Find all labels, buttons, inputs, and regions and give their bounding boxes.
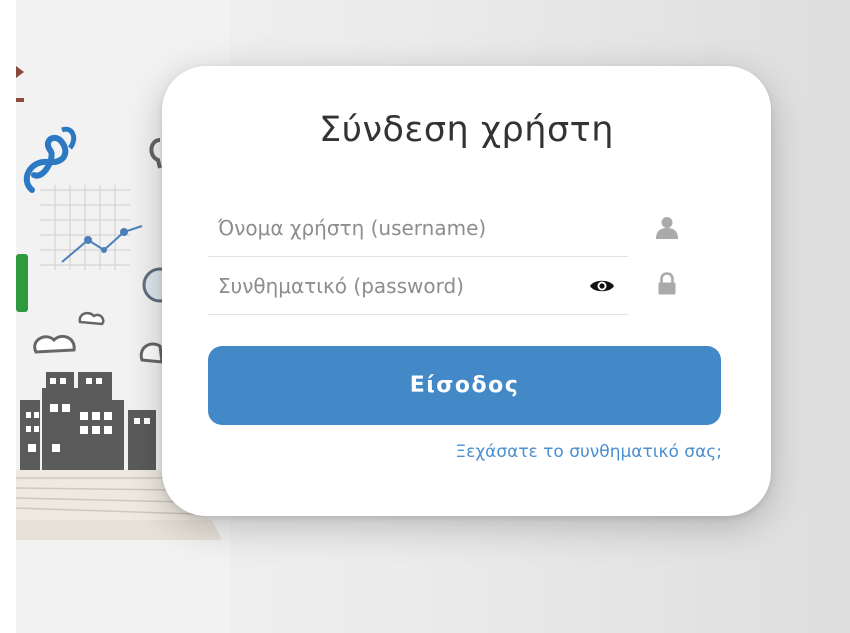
username-input[interactable] — [218, 199, 578, 256]
login-title: Σύνδεση χρήστη — [319, 110, 614, 150]
forgot-password-link[interactable]: Ξεχάσατε το συνθηματικό σας; — [300, 442, 722, 462]
password-row — [208, 257, 628, 315]
password-input[interactable] — [218, 257, 578, 314]
login-button[interactable]: Είσοδος — [208, 346, 721, 425]
user-icon — [656, 217, 678, 239]
lock-icon — [658, 272, 676, 295]
eye-icon[interactable] — [589, 277, 615, 295]
username-row — [208, 199, 628, 257]
